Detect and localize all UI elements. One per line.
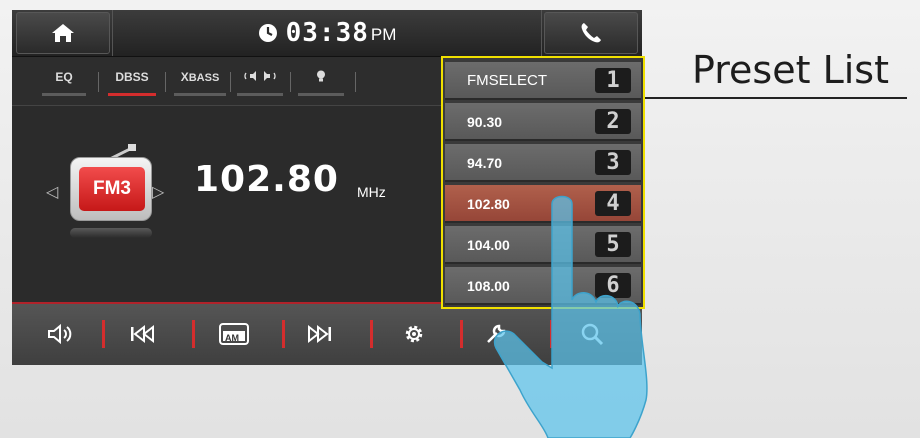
tab-eq[interactable]: EQ [42,70,86,96]
am-band-button[interactable]: AM [216,318,252,350]
preset-item-3[interactable]: 94.70 3 [445,144,641,182]
clock-icon [258,24,277,42]
settings-button[interactable] [396,318,432,350]
frequency-display: 102.80 [194,159,339,200]
band-radio-icon[interactable]: FM3 [70,157,152,221]
tab-eq-label: EQ [55,70,73,84]
tab-xbass-label: BASS [188,72,220,84]
preset-item-2[interactable]: 90.30 2 [445,103,641,141]
band-label: FM3 [79,167,145,211]
preset-number: 2 [595,109,631,134]
preset-label: 94.70 [467,155,503,171]
pointing-hand-icon [493,195,648,438]
settings-gear-icon [405,325,423,343]
clock-ampm: PM [370,25,397,44]
previous-button[interactable] [124,318,160,350]
tab-balance[interactable] [237,70,283,96]
tab-xbass[interactable]: XBASS [174,70,226,96]
phone-icon [581,23,601,43]
home-button[interactable] [16,12,110,54]
tab-xbass-prefix: X [180,70,189,84]
preset-number: 3 [595,150,631,175]
band-next-arrow-icon[interactable]: ▷ [152,182,164,202]
band-prev-arrow-icon[interactable]: ◁ [46,182,58,202]
speaker-balance-icon [244,71,276,81]
next-button[interactable] [302,318,338,350]
top-bar: 03:38 PM [12,10,642,56]
volume-icon [48,323,72,345]
preset-number: 1 [595,68,631,93]
volume-button[interactable] [42,318,78,350]
clock-time: 03:38 [285,18,369,48]
next-track-icon [308,324,331,344]
annotation-title: Preset List [692,48,889,92]
tab-light[interactable] [298,70,344,96]
tab-dbss[interactable]: DBSS [108,70,156,96]
tuner-area: ◁ FM3 ▷ 102.80 MHz [12,106,442,302]
clock: 03:38 PM [112,10,542,56]
phone-button[interactable] [544,12,638,54]
am-label: AM [225,333,239,343]
preset-label: FMSELECT [467,72,548,89]
home-icon [52,24,74,42]
audio-tabs: EQ DBSS XBASS [12,56,442,106]
preset-item-1[interactable]: FMSELECT 1 [445,62,641,100]
preset-label: 90.30 [467,114,503,130]
previous-track-icon [131,324,154,344]
frequency-unit: MHz [357,184,386,200]
annotation-underline [645,97,907,99]
tab-dbss-label: DBSS [115,70,149,84]
bulb-icon [317,70,325,82]
